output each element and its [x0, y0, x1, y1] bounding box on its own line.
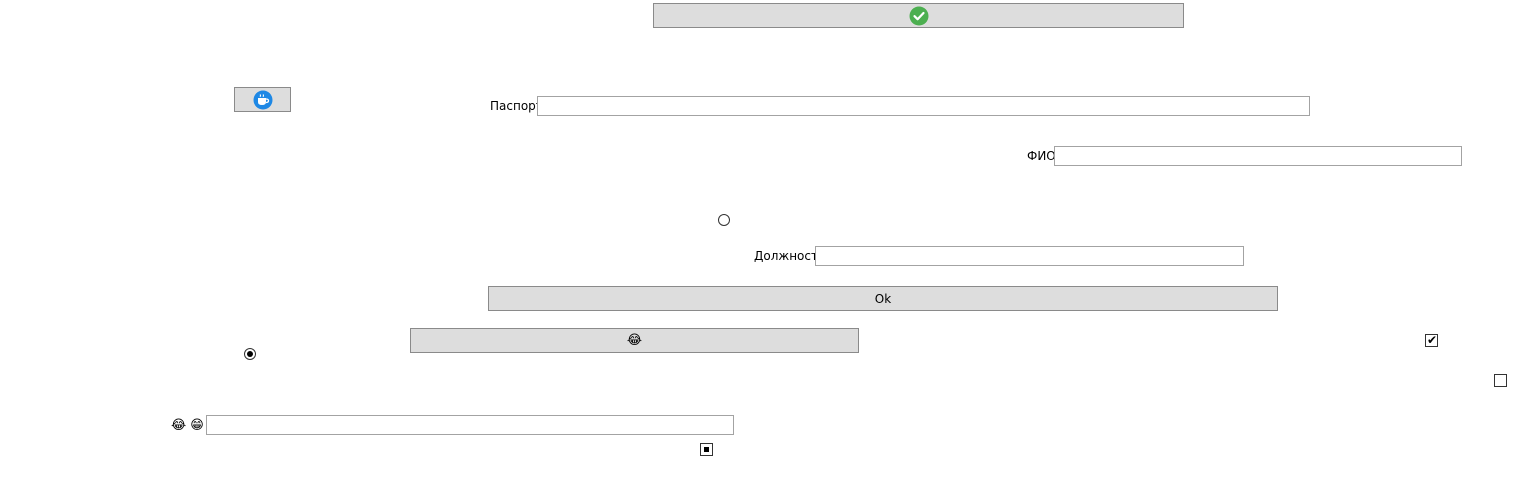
radio-selected-dot	[247, 351, 253, 357]
emoji-button[interactable]: 😂	[410, 328, 859, 353]
radio-option-upper[interactable]	[718, 214, 730, 226]
passport-field[interactable]	[537, 96, 1310, 116]
checkbox-checked[interactable]: ✔	[1425, 333, 1438, 347]
position-field[interactable]	[815, 246, 1244, 266]
fio-field[interactable]	[1054, 146, 1462, 166]
checkmark-icon: ✔	[1427, 333, 1438, 347]
emoji-label: 😂 😁	[171, 418, 204, 433]
ok-button-label: Ok	[874, 291, 892, 306]
checkbox-unchecked[interactable]	[1494, 374, 1507, 387]
check-circle-icon	[909, 6, 929, 26]
ok-button[interactable]: Ok	[488, 286, 1278, 311]
cup-button[interactable]	[234, 87, 291, 112]
cup-icon	[253, 90, 273, 110]
emoji-field[interactable]	[206, 415, 734, 435]
fio-label: ФИО	[1027, 149, 1056, 163]
indeterminate-mark	[704, 447, 709, 452]
grinning-face-icon: 😁	[190, 418, 204, 433]
laughing-face-icon: 😂	[626, 332, 643, 348]
checkbox-indeterminate[interactable]	[700, 443, 713, 456]
top-confirm-button[interactable]	[653, 3, 1184, 28]
passport-label: Паспорт	[490, 99, 543, 113]
radio-option-left[interactable]	[244, 348, 256, 360]
laughing-face-icon: 😂	[171, 418, 187, 433]
